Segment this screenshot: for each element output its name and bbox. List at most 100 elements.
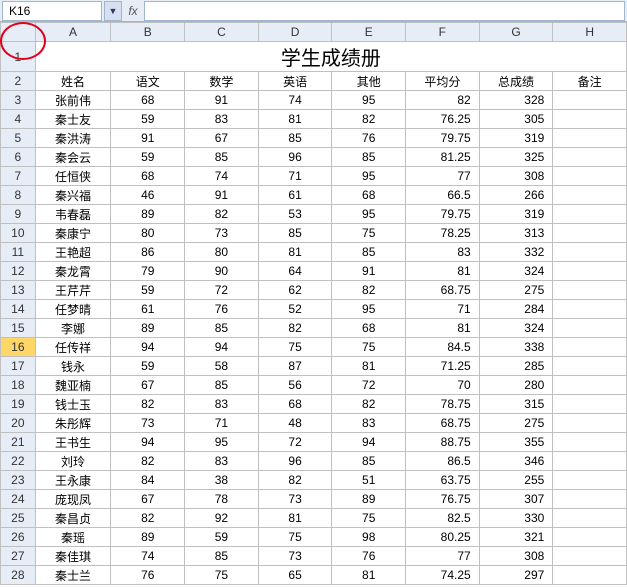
name-cell[interactable]: 秦兴福: [35, 186, 111, 205]
data-cell[interactable]: 308: [479, 167, 553, 186]
data-cell[interactable]: 61: [258, 186, 332, 205]
name-cell[interactable]: 魏亚楠: [35, 376, 111, 395]
data-cell[interactable]: 81: [258, 110, 332, 129]
data-cell[interactable]: [553, 186, 627, 205]
name-cell[interactable]: 秦洪涛: [35, 129, 111, 148]
data-cell[interactable]: 308: [479, 547, 553, 566]
name-cell[interactable]: 任梦晴: [35, 300, 111, 319]
data-cell[interactable]: 85: [258, 129, 332, 148]
data-cell[interactable]: 73: [258, 490, 332, 509]
data-cell[interactable]: 275: [479, 414, 553, 433]
data-cell[interactable]: 67: [111, 376, 185, 395]
data-cell[interactable]: 68: [332, 186, 406, 205]
row-header[interactable]: 1: [1, 42, 36, 72]
col-header[interactable]: E: [332, 23, 406, 42]
data-cell[interactable]: 95: [332, 167, 406, 186]
data-cell[interactable]: 67: [185, 129, 259, 148]
data-cell[interactable]: [553, 547, 627, 566]
data-cell[interactable]: 79.75: [406, 129, 480, 148]
data-cell[interactable]: 75: [332, 338, 406, 357]
data-cell[interactable]: 82.5: [406, 509, 480, 528]
name-cell[interactable]: 王艳超: [35, 243, 111, 262]
data-cell[interactable]: 85: [185, 319, 259, 338]
row-header[interactable]: 28: [1, 566, 36, 585]
data-cell[interactable]: 76.25: [406, 110, 480, 129]
data-cell[interactable]: 81: [406, 262, 480, 281]
row-header[interactable]: 11: [1, 243, 36, 262]
data-cell[interactable]: 74: [185, 167, 259, 186]
row-header[interactable]: 9: [1, 205, 36, 224]
data-cell[interactable]: 91: [185, 186, 259, 205]
data-cell[interactable]: [553, 376, 627, 395]
data-cell[interactable]: [553, 357, 627, 376]
data-cell[interactable]: 48: [258, 414, 332, 433]
data-cell[interactable]: 59: [111, 148, 185, 167]
data-cell[interactable]: 81: [406, 319, 480, 338]
data-cell[interactable]: 62: [258, 281, 332, 300]
field-header-cell[interactable]: 英语: [258, 72, 332, 91]
data-cell[interactable]: 315: [479, 395, 553, 414]
data-cell[interactable]: 85: [185, 148, 259, 167]
row-header[interactable]: 25: [1, 509, 36, 528]
data-cell[interactable]: 83: [185, 395, 259, 414]
data-cell[interactable]: 297: [479, 566, 553, 585]
data-cell[interactable]: 83: [406, 243, 480, 262]
data-cell[interactable]: [553, 300, 627, 319]
data-cell[interactable]: 305: [479, 110, 553, 129]
data-cell[interactable]: [553, 490, 627, 509]
data-cell[interactable]: 80: [111, 224, 185, 243]
data-cell[interactable]: 73: [185, 224, 259, 243]
data-cell[interactable]: 85: [332, 148, 406, 167]
data-cell[interactable]: 307: [479, 490, 553, 509]
data-cell[interactable]: 68: [111, 91, 185, 110]
data-cell[interactable]: 355: [479, 433, 553, 452]
data-cell[interactable]: 76: [332, 129, 406, 148]
data-cell[interactable]: 81: [258, 243, 332, 262]
data-cell[interactable]: 76.75: [406, 490, 480, 509]
name-cell[interactable]: 王书生: [35, 433, 111, 452]
data-cell[interactable]: 96: [258, 452, 332, 471]
data-cell[interactable]: 59: [111, 357, 185, 376]
col-header[interactable]: G: [479, 23, 553, 42]
data-cell[interactable]: 77: [406, 547, 480, 566]
data-cell[interactable]: 63.75: [406, 471, 480, 490]
data-cell[interactable]: 324: [479, 262, 553, 281]
data-cell[interactable]: 330: [479, 509, 553, 528]
data-cell[interactable]: 79.75: [406, 205, 480, 224]
data-cell[interactable]: 95: [332, 300, 406, 319]
data-cell[interactable]: 85: [332, 243, 406, 262]
data-cell[interactable]: 275: [479, 281, 553, 300]
data-cell[interactable]: 91: [332, 262, 406, 281]
data-cell[interactable]: 95: [332, 205, 406, 224]
name-cell[interactable]: 张前伟: [35, 91, 111, 110]
field-header-cell[interactable]: 数学: [185, 72, 259, 91]
data-cell[interactable]: 52: [258, 300, 332, 319]
data-cell[interactable]: [553, 528, 627, 547]
data-cell[interactable]: 85: [185, 376, 259, 395]
data-cell[interactable]: 75: [258, 338, 332, 357]
row-header[interactable]: 23: [1, 471, 36, 490]
data-cell[interactable]: 67: [111, 490, 185, 509]
row-header[interactable]: 21: [1, 433, 36, 452]
row-header[interactable]: 13: [1, 281, 36, 300]
col-header[interactable]: F: [406, 23, 480, 42]
name-box[interactable]: K16: [2, 1, 102, 21]
data-cell[interactable]: 82: [332, 110, 406, 129]
data-cell[interactable]: 74: [258, 91, 332, 110]
data-cell[interactable]: 284: [479, 300, 553, 319]
data-cell[interactable]: 85: [332, 452, 406, 471]
data-cell[interactable]: [553, 319, 627, 338]
select-all-corner[interactable]: [1, 23, 36, 42]
data-cell[interactable]: [553, 395, 627, 414]
data-cell[interactable]: 75: [332, 509, 406, 528]
name-cell[interactable]: 刘玲: [35, 452, 111, 471]
data-cell[interactable]: 74: [111, 547, 185, 566]
name-cell[interactable]: 钱永: [35, 357, 111, 376]
name-cell[interactable]: 秦康宁: [35, 224, 111, 243]
data-cell[interactable]: [553, 129, 627, 148]
row-header[interactable]: 27: [1, 547, 36, 566]
data-cell[interactable]: 255: [479, 471, 553, 490]
data-cell[interactable]: [553, 224, 627, 243]
data-cell[interactable]: 83: [185, 110, 259, 129]
data-cell[interactable]: 85: [185, 547, 259, 566]
